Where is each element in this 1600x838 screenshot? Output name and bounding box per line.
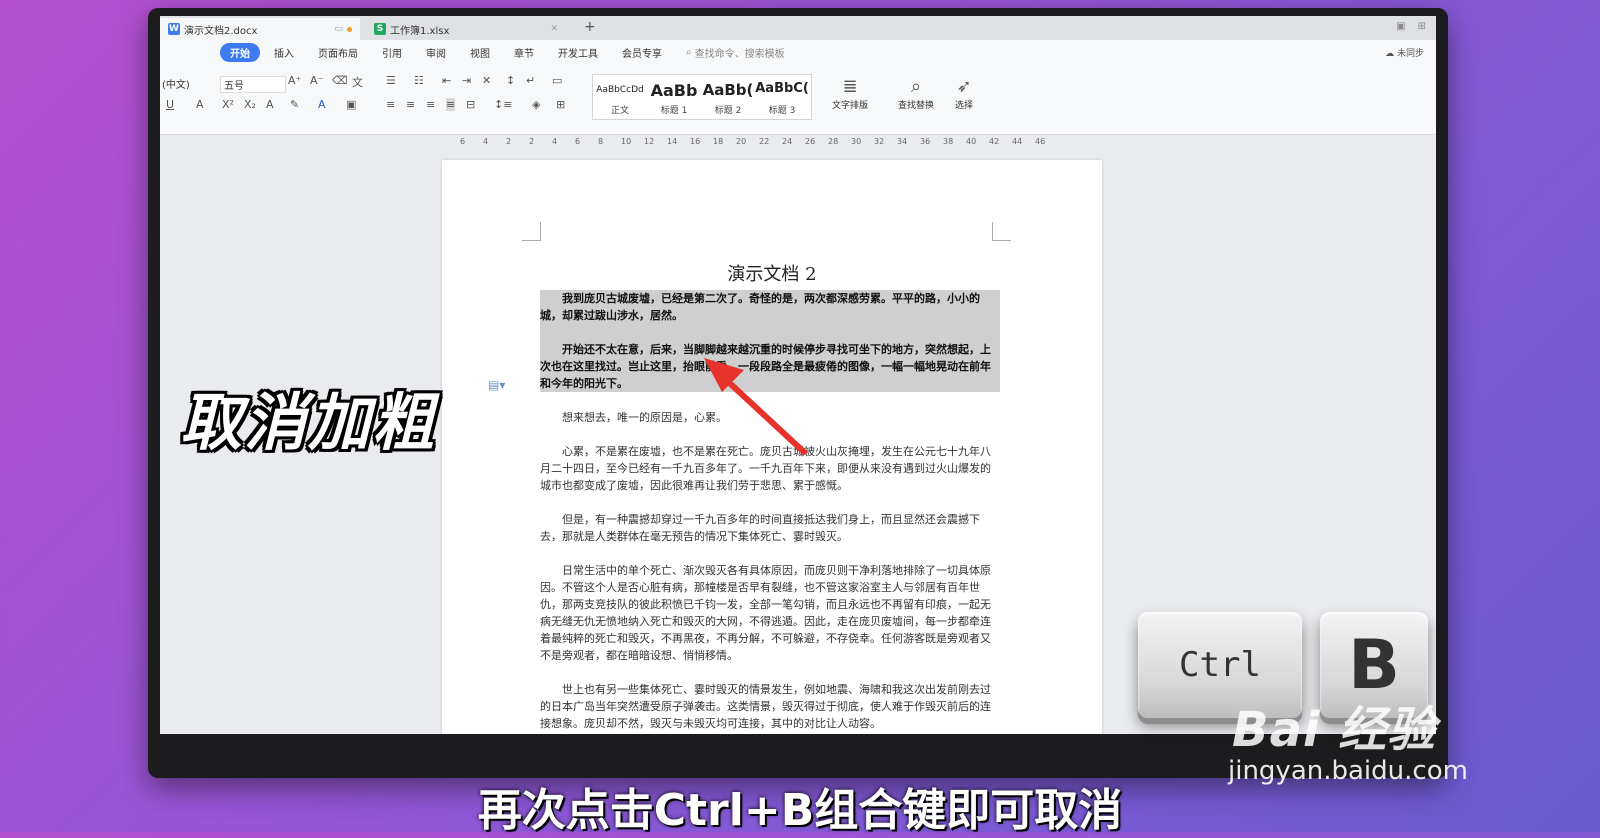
caption-subtitle: 再次点击Ctrl+B组合键即可取消 [477,785,1123,836]
baidu-watermark-logo: Bai 经验 [1232,702,1437,758]
arrow-shaft [719,373,807,455]
overlay-title: 取消加粗 [180,386,437,459]
